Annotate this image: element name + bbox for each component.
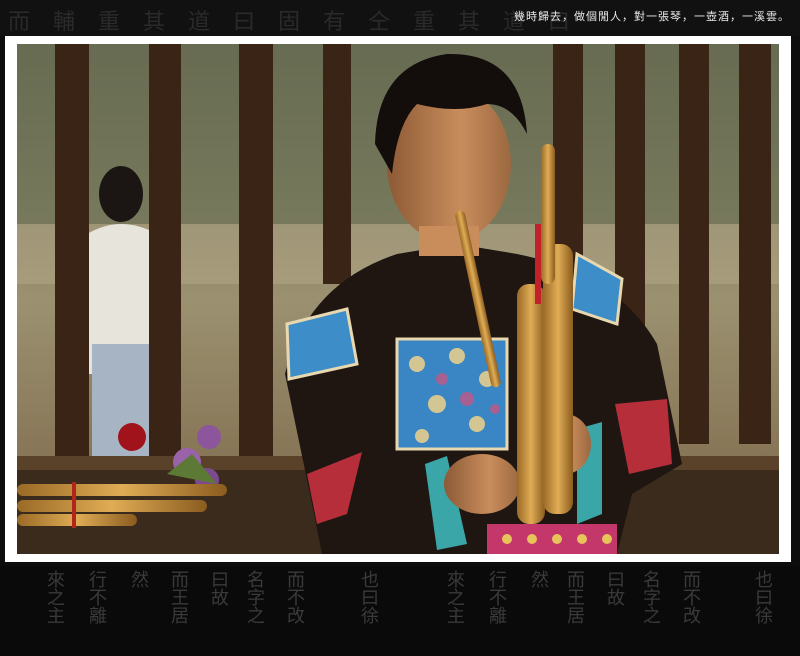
calligraphy-column: 來之主	[444, 570, 465, 624]
calligraphy-column: 然	[128, 570, 149, 588]
bystander-head	[99, 166, 143, 222]
calligraphy-column: 也曰徐	[752, 570, 773, 624]
calligraphy-column: 然	[528, 570, 549, 588]
calligraphy-column: 名字之	[640, 570, 661, 624]
bottom-calligraphy-band: 來之主 行不離 然 而王居 曰故 名字之 而不改 也曰徐 來之主 行不離 然 而…	[0, 566, 800, 656]
photo-frame	[5, 36, 791, 562]
top-calligraphy-watermark: 而 輔 重 其 道 曰 固 有 仝 重 其 道 曰 固 有	[8, 10, 568, 32]
calligraphy-column: 曰故	[208, 570, 229, 606]
poem-caption: 幾時歸去，做個閒人，對一張琴，一壺酒，一溪雲。	[514, 10, 790, 23]
calligraphy-column: 行不離	[86, 570, 107, 624]
calligraphy-column: 而不改	[680, 570, 701, 624]
calligraphy-column: 也曰徐	[358, 570, 379, 624]
calligraphy-column: 而王居	[168, 570, 189, 624]
photograph	[17, 44, 779, 554]
left-hand	[444, 454, 520, 514]
calligraphy-column: 名字之	[244, 570, 265, 624]
calligraphy-column: 而不改	[284, 570, 305, 624]
calligraphy-column: 行不離	[486, 570, 507, 624]
calligraphy-column: 來之主	[44, 570, 65, 624]
calligraphy-column: 曰故	[604, 570, 625, 606]
calligraphy-column: 而王居	[564, 570, 585, 624]
top-band: 而 輔 重 其 道 曰 固 有 仝 重 其 道 曰 固 有 幾時歸去，做個閒人，…	[0, 0, 800, 36]
red-flower	[118, 423, 146, 451]
photo-illustration	[17, 44, 779, 554]
